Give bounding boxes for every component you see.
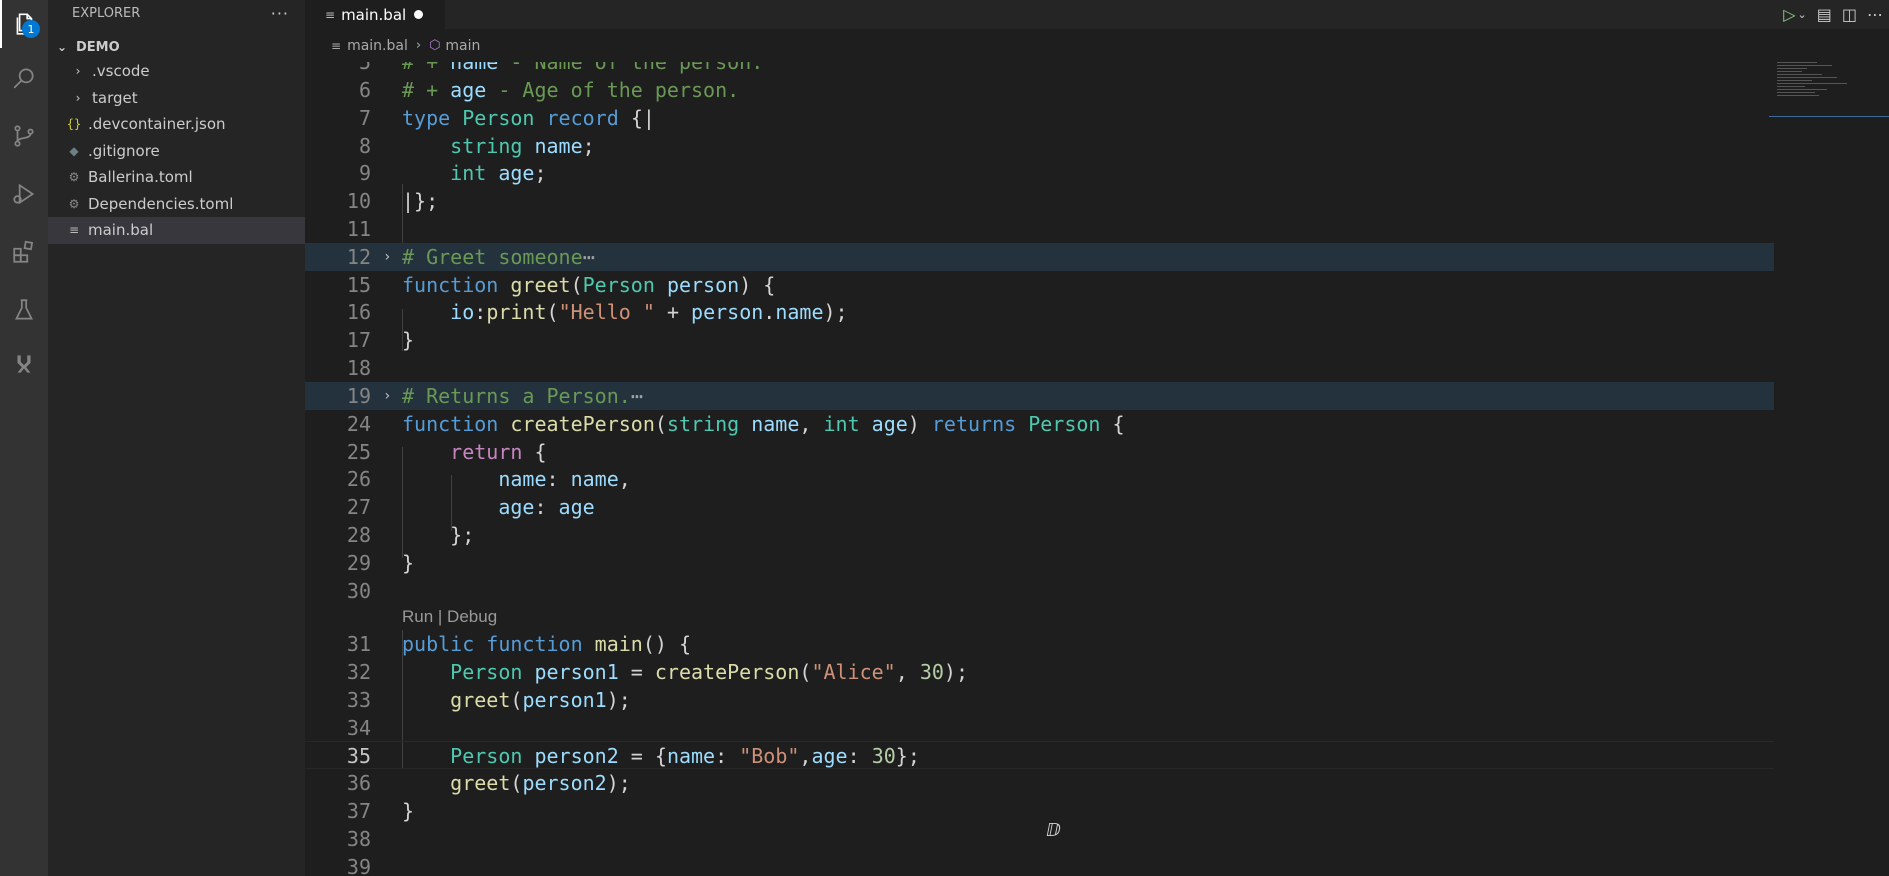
code-line: 5 # + name - Name of the person. (358, 62, 764, 74)
search-icon[interactable] (0, 54, 48, 102)
tree-item-label: Dependencies.toml (88, 194, 234, 213)
chevron-right-icon: › (75, 64, 81, 79)
code-line: 9 int age; (358, 161, 547, 185)
fold-chevron-icon[interactable]: › (383, 382, 391, 410)
minimap-viewport-indicator (1769, 116, 1889, 117)
source-control-icon[interactable] (0, 112, 48, 160)
codelens-run-debug[interactable]: Run | Debug (402, 603, 497, 631)
tree-item-label: .devcontainer.json (88, 115, 226, 134)
breadcrumb: ≡ main.bal › ⬡ main (305, 29, 1889, 62)
code-line: 25 return { (346, 440, 547, 464)
chevron-right-icon: › (75, 90, 81, 105)
json-file-icon: {} (66, 117, 82, 132)
code-line-folded: 19 › # Returns a Person.⋯ (305, 382, 1774, 410)
breadcrumb-symbol[interactable]: main (445, 38, 480, 54)
chevron-right-icon: › (415, 38, 422, 53)
code-line: 28 }; (346, 523, 475, 547)
explorer-header: EXPLORER ··· (48, 0, 305, 27)
chevron-down-icon: ⌄ (56, 40, 68, 54)
code-editor[interactable]: 5 # + name - Name of the person. 6 # + age… (305, 62, 1774, 876)
testing-icon[interactable] (0, 286, 48, 334)
files-icon[interactable]: 1 (0, 0, 48, 48)
git-file-icon: ◆ (69, 143, 79, 158)
code-line: 18 (346, 356, 371, 380)
ballerina-icon[interactable] (0, 340, 48, 388)
code-line: 36 greet(person2); (346, 771, 631, 795)
split-editor-icon[interactable]: ◫ (1842, 5, 1857, 24)
file-lines-icon: ≡ (68, 223, 80, 238)
gear-icon: ⚙ (68, 196, 80, 211)
tab-main-bal[interactable]: ≡ main.bal (305, 0, 445, 29)
more-actions-icon[interactable]: ··· (271, 4, 289, 23)
more-actions-icon[interactable]: ⋯ (1867, 5, 1883, 24)
text-cursor-icon: ⅅ (1046, 820, 1061, 841)
run-icon[interactable]: ▷ (1783, 5, 1795, 24)
workspace-folder-demo[interactable]: ⌄ DEMO (48, 36, 305, 58)
code-line: 34 (346, 716, 371, 740)
code-line: 17} (346, 328, 415, 352)
code-line: 37} (346, 799, 415, 823)
code-line: 38 (346, 827, 371, 851)
editor-actions: ▷ ⌄ ▤ ◫ ⋯ (1783, 0, 1889, 29)
tree-item-label: target (92, 88, 138, 107)
file-lines-icon: ≡ (325, 7, 336, 22)
tree-item-devcontainer-json[interactable]: {} .devcontainer.json (48, 111, 305, 138)
chevron-down-icon[interactable]: ⌄ (1798, 8, 1807, 21)
tab-label: main.bal (341, 5, 407, 24)
tree-item-label: Ballerina.toml (88, 168, 193, 187)
tree-item-vscode[interactable]: › .vscode (48, 58, 305, 85)
tree-item-gitignore[interactable]: ◆ .gitignore (48, 138, 305, 165)
explorer-sidebar: EXPLORER ··· ⌄ DEMO › .vscode › target {… (48, 0, 305, 876)
code-line-folded: 12 › # Greet someone⋯ (305, 243, 1774, 271)
tree-item-dependencies-toml[interactable]: ⚙ Dependencies.toml (48, 191, 305, 218)
code-line: 31 public function main() { (346, 632, 692, 656)
editor-group: ≡ main.bal ▷ ⌄ ▤ ◫ ⋯ ≡ main.bal › ⬡ main… (305, 0, 1889, 876)
code-line: 10 |}; (346, 189, 439, 213)
code-line: 29} (346, 551, 415, 575)
tree-item-label: main.bal (88, 221, 154, 240)
tree-item-label: .vscode (92, 62, 150, 81)
code-line: 32 Person person1 = createPerson("Alice"… (346, 660, 969, 684)
tree-item-ballerina-toml[interactable]: ⚙ Ballerina.toml (48, 164, 305, 191)
code-line: 15 function greet(Person person) { (346, 273, 776, 297)
code-line: 39 (346, 855, 371, 876)
code-line: 16 io:print("Hello " + person.name); (346, 300, 848, 324)
code-line: 6 # + age - Age of the person. (358, 78, 740, 102)
extensions-icon[interactable] (0, 228, 48, 276)
code-line: 8 string name; (358, 134, 595, 158)
breadcrumb-file[interactable]: main.bal (347, 38, 408, 54)
code-line: 7 type Person record {| (358, 106, 655, 130)
explorer-badge: 1 (22, 20, 40, 38)
code-line: 33 greet(person1); (346, 688, 631, 712)
unsaved-dot-icon[interactable] (414, 10, 423, 19)
symbol-method-icon: ⬡ (429, 38, 441, 53)
activity-bar: 1 (0, 0, 48, 876)
tree-item-target[interactable]: › target (48, 85, 305, 112)
run-debug-icon[interactable] (0, 170, 48, 218)
code-line: 24 function createPerson(string name, int… (346, 412, 1125, 436)
code-line: 11 (346, 217, 371, 241)
explorer-title: EXPLORER (72, 6, 141, 21)
workspace-folder-label: DEMO (76, 39, 120, 55)
fold-chevron-icon[interactable]: › (383, 243, 391, 271)
code-line: 26 name: name, (346, 467, 631, 491)
tree-item-label: .gitignore (88, 141, 160, 160)
code-line: 27 age: age (346, 495, 595, 519)
file-lines-icon: ≡ (331, 38, 342, 53)
code-line-current: 35 Person person2 = {name: "Bob",age: 30… (305, 741, 1774, 769)
tree-item-main-bal[interactable]: ≡ main.bal (48, 217, 305, 244)
tab-bar: ≡ main.bal ▷ ⌄ ▤ ◫ ⋯ (305, 0, 1889, 29)
code-line: 30 (346, 579, 371, 603)
minimap[interactable] (1777, 62, 1877, 122)
gear-icon: ⚙ (68, 170, 80, 185)
layout-icon[interactable]: ▤ (1817, 5, 1832, 24)
